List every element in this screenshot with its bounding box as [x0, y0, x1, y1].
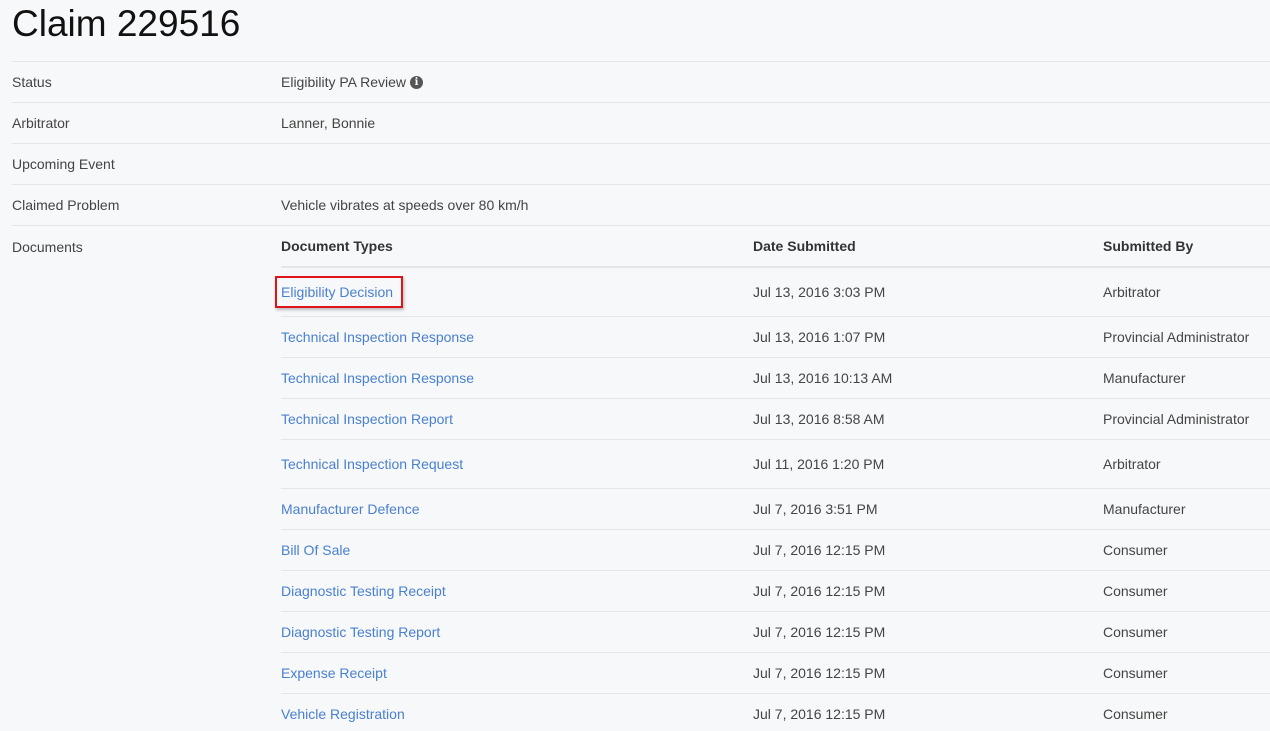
- date-submitted-cell: Jul 7, 2016 12:15 PM: [753, 542, 886, 558]
- document-type-cell: Bill Of Sale: [281, 542, 753, 558]
- table-row: Vehicle Registration Jul 7, 2016 12:15 PM…: [281, 694, 1270, 731]
- date-submitted-cell: Jul 7, 2016 3:51 PM: [753, 501, 878, 517]
- submitted-by-cell: Provincial Administrator: [1103, 329, 1250, 345]
- table-row: Eligibility Decision Jul 13, 2016 3:03 PM…: [275, 268, 1270, 317]
- date-submitted-cell: Jul 13, 2016 3:03 PM: [753, 284, 886, 300]
- table-row: Technical Inspection Response Jul 13, 201…: [281, 358, 1270, 399]
- document-type-cell: Technical Inspection Report: [281, 411, 753, 427]
- header-document-types: Document Types: [281, 238, 393, 254]
- table-row: Diagnostic Testing Receipt Jul 7, 2016 12…: [281, 571, 1270, 612]
- document-type-cell: Vehicle Registration: [281, 706, 753, 722]
- document-link[interactable]: Bill Of Sale: [281, 542, 350, 558]
- submitted-by-cell: Provincial Administrator: [1103, 411, 1250, 427]
- submitted-by-cell: Arbitrator: [1103, 284, 1161, 300]
- table-row: Manufacturer Defence Jul 7, 2016 3:51 PM M…: [281, 489, 1270, 530]
- document-type-cell: Diagnostic Testing Report: [281, 624, 753, 640]
- document-type-cell: Eligibility Decision: [275, 276, 753, 308]
- table-row: Technical Inspection Response Jul 13, 201…: [281, 317, 1270, 358]
- detail-value: Eligibility PA Review i: [281, 74, 424, 90]
- document-link[interactable]: Diagnostic Testing Receipt: [281, 583, 446, 599]
- document-link[interactable]: Technical Inspection Request: [281, 456, 463, 472]
- table-row: Expense Receipt Jul 7, 2016 12:15 PM Consu…: [281, 653, 1270, 694]
- document-type-cell: Expense Receipt: [281, 665, 753, 681]
- document-link[interactable]: Diagnostic Testing Report: [281, 624, 440, 640]
- submitted-by-cell: Consumer: [1103, 624, 1168, 640]
- detail-row-arbitrator: Arbitrator Lanner, Bonnie: [12, 102, 1270, 143]
- detail-label: Claimed Problem: [12, 197, 120, 213]
- claimed-problem-value: Vehicle vibrates at speeds over 80 km/h: [281, 197, 529, 213]
- detail-row-claimed-problem: Claimed Problem Vehicle vibrates at spee…: [12, 184, 1270, 225]
- document-link[interactable]: Manufacturer Defence: [281, 501, 420, 517]
- documents-section: Documents Document Types Date Submitted …: [12, 225, 1270, 731]
- date-submitted-cell: Jul 7, 2016 12:15 PM: [753, 706, 886, 722]
- submitted-by-cell: Consumer: [1103, 706, 1168, 722]
- arbitrator-value: Lanner, Bonnie: [281, 115, 376, 131]
- info-icon[interactable]: i: [410, 75, 424, 89]
- detail-row-status: Status Eligibility PA Review i: [12, 61, 1270, 102]
- claim-page: Claim 229516 Status Eligibility PA Revie…: [0, 0, 1270, 731]
- date-submitted-cell: Jul 7, 2016 12:15 PM: [753, 624, 886, 640]
- submitted-by-cell: Consumer: [1103, 583, 1168, 599]
- documents-table: Document Types Date Submitted Submitted …: [275, 226, 1270, 731]
- detail-label: Arbitrator: [12, 115, 70, 131]
- page-title: Claim 229516: [12, 3, 241, 44]
- document-type-cell: Diagnostic Testing Receipt: [281, 583, 753, 599]
- document-link[interactable]: Expense Receipt: [281, 665, 387, 681]
- document-link[interactable]: Eligibility Decision: [275, 276, 404, 308]
- date-submitted-cell: Jul 11, 2016 1:20 PM: [753, 456, 885, 472]
- document-type-cell: Technical Inspection Request: [281, 456, 753, 472]
- date-submitted-cell: Jul 7, 2016 12:15 PM: [753, 583, 886, 599]
- header-submitted-by: Submitted By: [1103, 238, 1194, 254]
- submitted-by-cell: Consumer: [1103, 665, 1168, 681]
- table-row: Technical Inspection Report Jul 13, 2016 …: [281, 399, 1270, 440]
- detail-row-upcoming-event: Upcoming Event: [12, 143, 1270, 184]
- submitted-by-cell: Arbitrator: [1103, 456, 1161, 472]
- table-row: Bill Of Sale Jul 7, 2016 12:15 PM Consumer: [281, 530, 1270, 571]
- date-submitted-cell: Jul 13, 2016 1:07 PM: [753, 329, 886, 345]
- submitted-by-cell: Consumer: [1103, 542, 1168, 558]
- table-row: Diagnostic Testing Report Jul 7, 2016 12:…: [281, 612, 1270, 653]
- document-link[interactable]: Technical Inspection Response: [281, 329, 474, 345]
- detail-label: Upcoming Event: [12, 156, 115, 172]
- document-type-cell: Technical Inspection Response: [281, 329, 753, 345]
- documents-table-header: Document Types Date Submitted Submitted …: [281, 226, 1270, 268]
- status-value: Eligibility PA Review: [281, 74, 407, 90]
- date-submitted-cell: Jul 7, 2016 12:15 PM: [753, 665, 886, 681]
- header-date-submitted: Date Submitted: [753, 238, 856, 254]
- document-type-cell: Manufacturer Defence: [281, 501, 753, 517]
- document-link[interactable]: Vehicle Registration: [281, 706, 405, 722]
- date-submitted-cell: Jul 13, 2016 10:13 AM: [753, 370, 893, 386]
- document-link[interactable]: Technical Inspection Response: [281, 370, 474, 386]
- date-submitted-cell: Jul 13, 2016 8:58 AM: [753, 411, 885, 427]
- submitted-by-cell: Manufacturer: [1103, 370, 1186, 386]
- document-type-cell: Technical Inspection Response: [281, 370, 753, 386]
- submitted-by-cell: Manufacturer: [1103, 501, 1186, 517]
- table-row: Technical Inspection Request Jul 11, 2016…: [281, 440, 1270, 489]
- documents-label: Documents: [12, 239, 83, 255]
- document-link[interactable]: Technical Inspection Report: [281, 411, 453, 427]
- detail-label: Status: [12, 74, 52, 90]
